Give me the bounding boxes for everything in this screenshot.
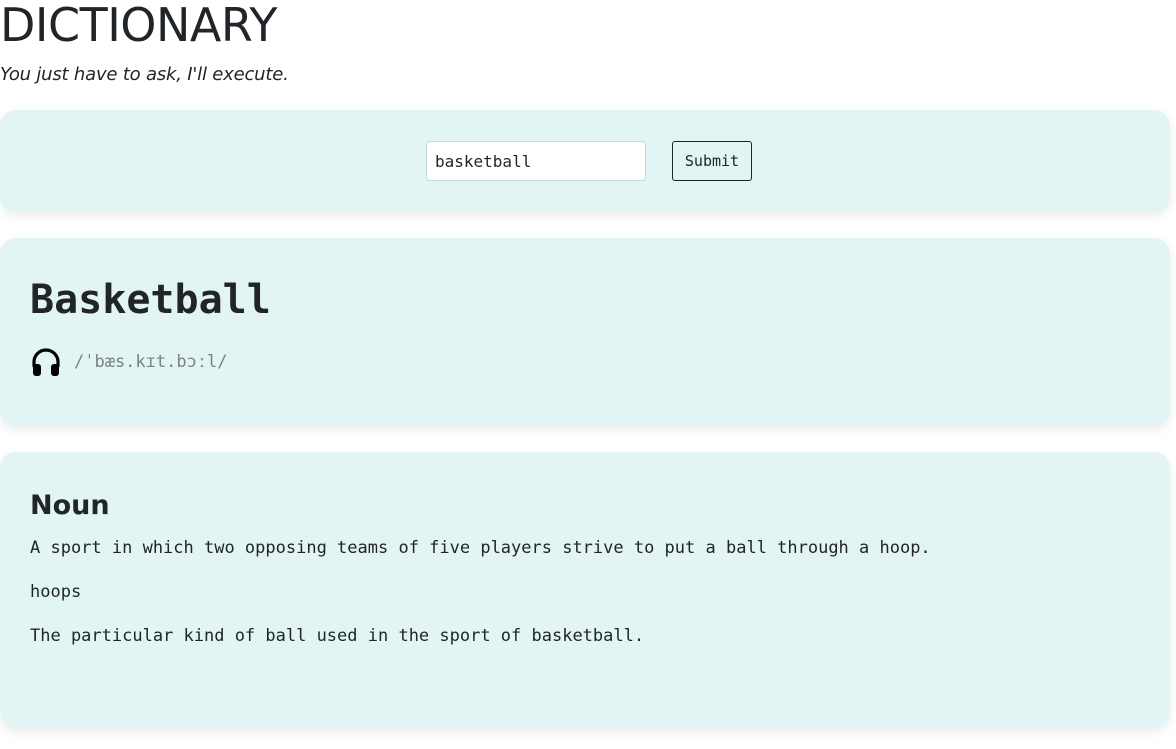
headphones-icon[interactable] (30, 346, 62, 378)
tagline: You just have to ask, I'll execute. (0, 64, 289, 85)
word-title: Basketball (30, 277, 271, 323)
search-card: Submit (0, 110, 1170, 212)
search-form: Submit (426, 141, 752, 181)
meaning-card: Noun A sport in which two opposing teams… (0, 452, 1170, 728)
word-card: Basketball /ˈbæs.kɪt.bɔːl/ (0, 238, 1170, 426)
phonetic-row: /ˈbæs.kɪt.bɔːl/ (30, 346, 1140, 378)
app-title: DICTIONARY (0, 0, 277, 52)
phonetic-text: /ˈbæs.kɪt.bɔːl/ (74, 352, 228, 372)
page: DICTIONARY You just have to ask, I'll ex… (0, 0, 1170, 728)
search-input[interactable] (426, 141, 646, 181)
definition-text: The particular kind of ball used in the … (30, 626, 645, 646)
synonym-text: hoops (30, 582, 82, 602)
part-of-speech: Noun (30, 490, 110, 521)
submit-button[interactable]: Submit (672, 141, 752, 181)
definition-text: A sport in which two opposing teams of f… (30, 538, 931, 558)
